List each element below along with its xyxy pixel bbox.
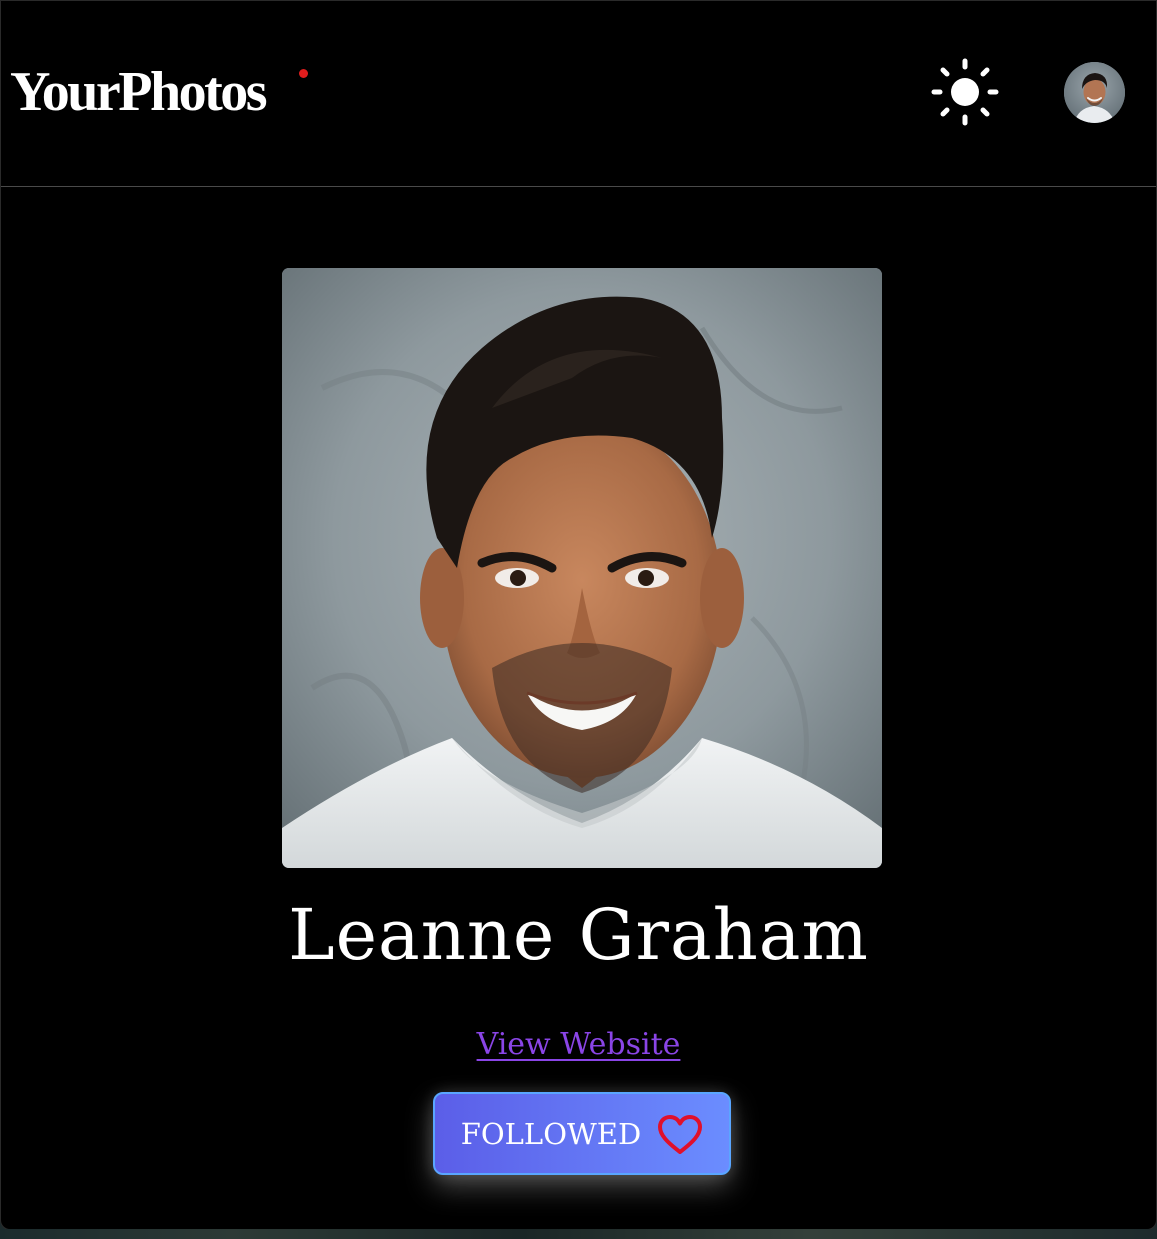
theme-toggle-button[interactable] <box>930 57 1000 127</box>
follow-button-label: FOLLOWED <box>460 1116 642 1151</box>
view-website-link[interactable]: View Website <box>477 1027 681 1062</box>
sun-icon <box>931 58 999 126</box>
profile-portrait-image <box>282 268 882 868</box>
heart-icon <box>658 1114 703 1154</box>
avatar-image <box>1064 62 1125 123</box>
logo[interactable]: YourPhotos <box>10 59 268 125</box>
website-link-container: View Website <box>1 1023 1156 1067</box>
user-avatar[interactable] <box>1064 62 1125 123</box>
background-strip <box>0 1229 1157 1239</box>
top-header: YourPhotos <box>1 1 1156 187</box>
profile-name: Leanne Graham <box>288 894 869 976</box>
follow-button[interactable]: FOLLOWED <box>433 1092 731 1175</box>
profile-photo <box>282 268 882 868</box>
logo-dot <box>299 69 308 78</box>
app-window: YourPhotos Leanne Graham View Website FO… <box>0 0 1157 1230</box>
